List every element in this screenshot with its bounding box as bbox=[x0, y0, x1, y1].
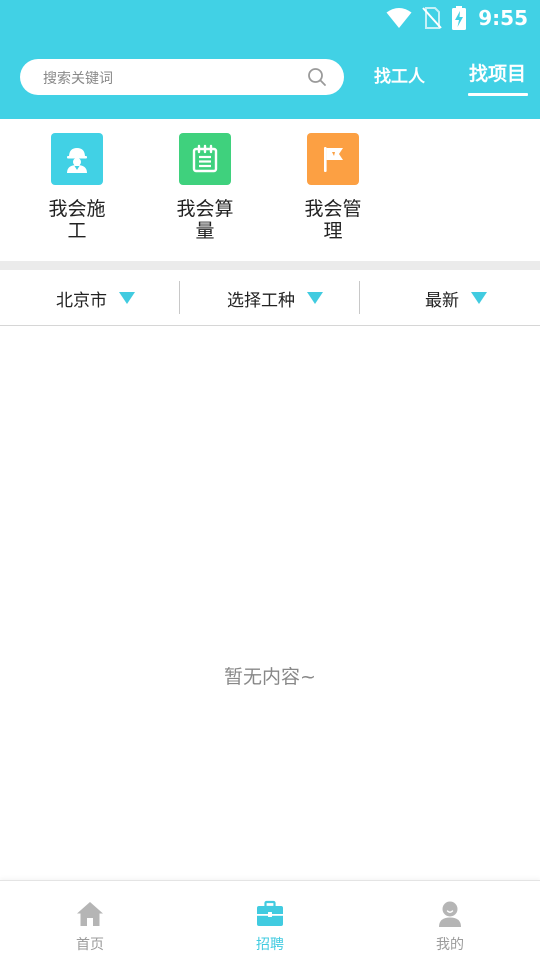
briefcase-icon bbox=[257, 900, 283, 926]
empty-state-text: 暂无内容~ bbox=[224, 666, 316, 688]
nav-profile[interactable]: 我的 bbox=[360, 881, 540, 960]
search-input[interactable]: 搜索关键词 bbox=[20, 59, 344, 95]
flag-icon bbox=[307, 133, 359, 185]
filter-label: 最新 bbox=[425, 290, 459, 311]
filter-label: 选择工种 bbox=[227, 290, 295, 311]
header: 9:55 搜索关键词 找工人 找项目 bbox=[0, 0, 540, 119]
status-icons: 9:55 bbox=[386, 5, 528, 31]
category-management[interactable]: 我会管理 bbox=[288, 133, 378, 242]
section-divider bbox=[0, 261, 540, 270]
battery-charging-icon bbox=[452, 6, 467, 30]
filter-divider bbox=[179, 281, 180, 314]
category-label: 我会施工 bbox=[48, 198, 106, 242]
notepad-icon bbox=[179, 133, 231, 185]
category-label: 我会管理 bbox=[304, 198, 362, 242]
status-time: 9:55 bbox=[478, 6, 528, 30]
filter-label: 北京市 bbox=[56, 290, 107, 311]
nav-label: 招聘 bbox=[256, 937, 284, 953]
status-bar: 9:55 bbox=[0, 0, 540, 36]
user-icon bbox=[439, 901, 461, 927]
search-placeholder: 搜索关键词 bbox=[43, 71, 113, 87]
filter-city[interactable]: 北京市 bbox=[56, 270, 135, 326]
wifi-icon bbox=[386, 8, 412, 28]
category-label: 我会算量 bbox=[176, 198, 234, 242]
search-icon[interactable] bbox=[307, 67, 327, 87]
filter-bar: 北京市 选择工种 最新 bbox=[0, 270, 540, 326]
active-tab-indicator bbox=[468, 93, 528, 96]
worker-icon bbox=[51, 133, 103, 185]
nav-label: 我的 bbox=[436, 937, 464, 953]
triangle-down-icon bbox=[307, 292, 323, 304]
nav-recruit[interactable]: 招聘 bbox=[180, 881, 360, 960]
no-sim-icon bbox=[422, 7, 442, 29]
category-grid: 我会施工 我会算量 我会管理 bbox=[0, 119, 540, 261]
tab-find-projects[interactable]: 找项目 bbox=[469, 59, 526, 86]
filter-divider bbox=[359, 281, 360, 314]
filter-trade[interactable]: 选择工种 bbox=[227, 270, 323, 326]
nav-label: 首页 bbox=[76, 937, 104, 953]
triangle-down-icon bbox=[119, 292, 135, 304]
bottom-nav: 首页 招聘 我的 bbox=[0, 880, 540, 960]
category-construction[interactable]: 我会施工 bbox=[32, 133, 122, 242]
home-icon bbox=[77, 902, 103, 926]
triangle-down-icon bbox=[471, 292, 487, 304]
tab-find-workers[interactable]: 找工人 bbox=[374, 62, 425, 87]
filter-sort[interactable]: 最新 bbox=[425, 270, 487, 326]
category-quantity-survey[interactable]: 我会算量 bbox=[160, 133, 250, 242]
nav-home[interactable]: 首页 bbox=[0, 881, 180, 960]
